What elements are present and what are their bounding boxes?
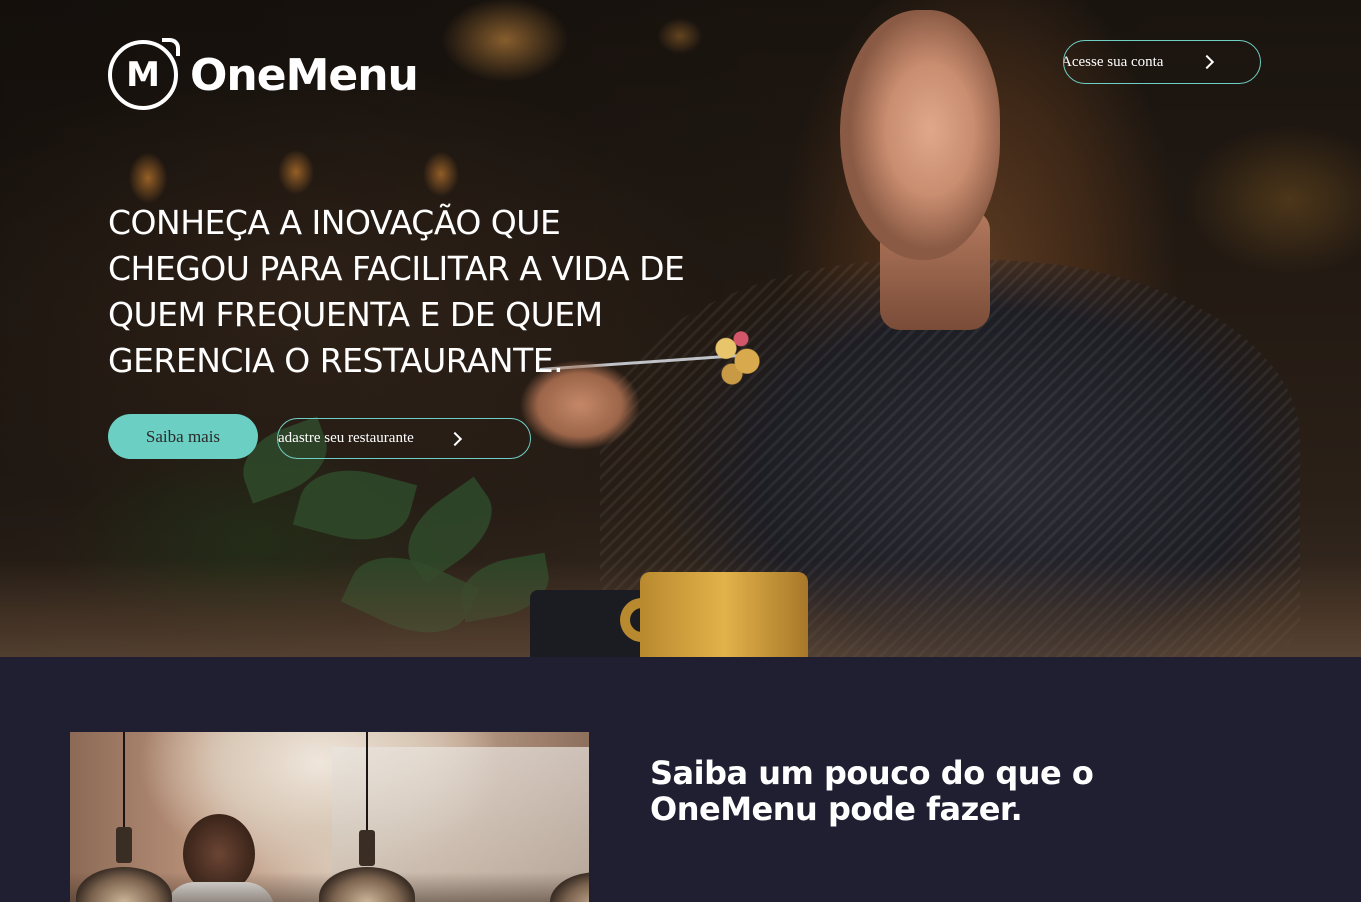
- lamp-cord: [123, 732, 125, 832]
- chevron-right-icon: [447, 431, 462, 446]
- yellow-mug: [640, 572, 808, 657]
- learn-more-button[interactable]: Saiba mais: [108, 414, 258, 459]
- logo-text: OneMenu: [190, 49, 419, 101]
- register-restaurant-label: Cadastre seu restaurante: [277, 430, 414, 446]
- lamp-socket: [359, 830, 375, 866]
- logo-icon: M: [108, 38, 180, 110]
- hero-headline: CONHEÇA A INOVAÇÃO QUE CHEGOU PARA FACIL…: [108, 203, 685, 380]
- lamp-cord: [366, 732, 368, 832]
- woman-face: [840, 10, 1000, 260]
- chevron-right-icon: [1199, 54, 1215, 70]
- register-restaurant-button[interactable]: Cadastre seu restaurante: [277, 418, 531, 459]
- logo-link[interactable]: M OneMenu: [108, 38, 419, 110]
- about-title: Saiba um pouco do que o OneMenu pode faz…: [650, 754, 1094, 828]
- lamp-socket: [116, 827, 132, 863]
- account-login-label: Acesse sua conta: [1063, 53, 1164, 70]
- pasta-bite: [708, 326, 768, 390]
- hero-section: M OneMenu Acesse sua conta CONHEÇA A INO…: [0, 0, 1361, 657]
- kitchen-photo: [70, 732, 589, 902]
- account-login-button[interactable]: Acesse sua conta: [1063, 40, 1261, 84]
